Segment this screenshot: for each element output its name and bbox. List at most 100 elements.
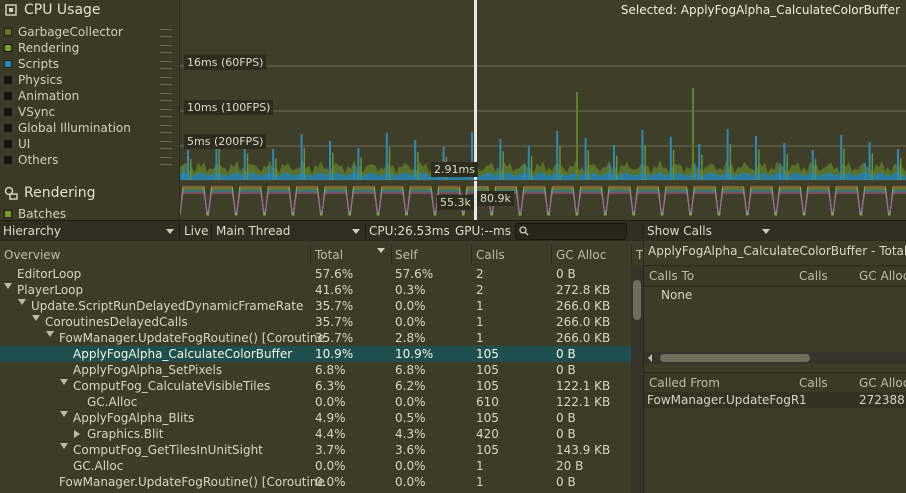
legend-swatch[interactable] [4,108,12,116]
list-item[interactable]: FowManager.UpdateFogR 1 272388 [644,392,906,408]
list-item[interactable]: None [644,287,906,303]
cell-gc: 122.1 KB [556,379,611,393]
drag-handle-icon[interactable] [160,77,172,85]
calls-to-column-name[interactable]: Calls To [649,269,694,283]
collapse-arrow-icon[interactable] [46,331,54,337]
called-from-column-name[interactable]: Called From [649,376,720,390]
scrollbar-thumb[interactable] [633,280,641,320]
spike [701,154,703,180]
cell-name: ComputFog_CalculateVisibleTiles [73,379,271,393]
legend-swatch[interactable] [4,92,12,100]
legend-label: UI [18,137,31,151]
column-time[interactable]: T [636,248,643,262]
rendering-series-line [179,192,906,213]
cell-total: 6.3% [315,379,346,393]
collapse-arrow-icon[interactable] [60,443,68,449]
cell-self: 0.0% [395,299,426,313]
table-row[interactable]: CoroutinesDelayedCalls 35.7% 0.0% 1 266.0 KB [0,314,631,330]
drag-handle-icon[interactable] [160,45,172,53]
table-row[interactable]: GC.Alloc 0.0% 0.0% 610 122.1 KB [0,394,631,410]
calls-to-column-calls[interactable]: Calls [799,269,828,283]
collapse-arrow-icon[interactable] [18,299,26,305]
spike [587,150,590,180]
details-dropdown[interactable]: Show Calls [647,221,772,241]
table-row[interactable]: PlayerLoop 41.6% 0.3% 2 272.8 KB [0,282,631,298]
table-row[interactable]: GC.Alloc 0.0% 0.0% 1 20 B [0,458,631,474]
legend-swatch[interactable] [4,124,12,132]
drag-handle-icon[interactable] [160,61,172,69]
rendering-module-header[interactable]: Rendering [4,185,96,201]
legend-swatch[interactable] [4,76,12,84]
table-row[interactable]: ComputFog_CalculateVisibleTiles 6.3% 6.2% 1… [0,378,631,394]
cpu-usage-graph [180,0,906,180]
collapse-arrow-icon[interactable] [32,315,40,321]
legend-swatch[interactable] [4,44,12,52]
legend-item-global-illumination[interactable]: Global Illumination [4,120,176,136]
called-from-column-gc[interactable]: GC Alloc [859,376,906,390]
legend-item-animation[interactable]: Animation [4,88,176,104]
collapse-arrow-icon[interactable] [60,411,68,417]
horizontal-scrollbar[interactable] [644,352,906,364]
drag-handle-icon[interactable] [160,141,172,149]
tree-vertical-scrollbar[interactable] [631,266,643,493]
cell-total: 4.4% [315,427,346,441]
column-gc-alloc[interactable]: GC Alloc [556,248,606,262]
drag-handle-icon[interactable] [160,29,172,37]
cell-gc: 0 B [556,475,576,489]
table-row[interactable]: ApplyFogAlpha_CalculateColorBuffer 10.9% 1… [0,346,631,362]
spike [729,144,732,180]
legend-swatch[interactable] [4,28,12,36]
legend-item-rendering[interactable]: Rendering [4,40,176,56]
cell-total: 35.7% [315,331,354,345]
divider [211,223,212,239]
table-row[interactable]: EditorLoop 57.6% 57.6% 2 0 B [0,266,631,282]
column-self[interactable]: Self [395,248,418,262]
legend-item-scripts[interactable]: Scripts [4,56,176,72]
table-row[interactable]: FowManager.UpdateFogRoutine() [Coroutine… [0,330,631,346]
called-from-column-calls[interactable]: Calls [799,376,828,390]
table-row[interactable]: ApplyFogAlpha_Blits 4.9% 0.5% 105 0 B [0,410,631,426]
drag-handle-icon[interactable] [160,125,172,133]
scroll-left-icon[interactable] [648,354,652,362]
rendering-chart[interactable]: 55.3k 80.9k [179,181,906,220]
live-toggle[interactable]: Live [184,221,209,241]
calls-to-name: None [661,288,693,302]
cpu-usage-chart[interactable]: Selected: ApplyFogAlpha_CalculateColorBu… [180,0,906,180]
cell-name: FowManager.UpdateFogRoutine() [Coroutine [59,331,325,345]
expand-arrow-icon[interactable] [74,430,80,438]
search-input[interactable] [515,223,627,240]
column-calls[interactable]: Calls [476,248,505,262]
legend-item-ui[interactable]: UI [4,136,176,152]
collapse-arrow-icon[interactable] [4,283,12,289]
legend-item-physics[interactable]: Physics [4,72,176,88]
table-row[interactable]: ComputFog_GetTilesInUnitSight 3.7% 3.6% 105… [0,442,631,458]
scrollbar-thumb[interactable] [660,354,810,362]
collapse-arrow-icon[interactable] [60,379,68,385]
drag-handle-icon[interactable] [160,109,172,117]
cell-name: FowManager.UpdateFogRoutine() [Coroutine [59,475,325,489]
legend-swatch[interactable] [4,60,12,68]
legend-item-garbagecollector[interactable]: GarbageCollector [4,24,176,40]
spike [499,139,502,180]
spike [755,136,757,180]
legend-item-others[interactable]: Others [4,152,176,168]
drag-handle-icon[interactable] [160,93,172,101]
view-dropdown[interactable]: Hierarchy [3,221,176,241]
profiler-toolbar: Hierarchy Live Main Thread CPU:26.53ms G… [0,220,906,242]
rendering-graph [179,181,906,220]
legend-swatch[interactable] [4,140,12,148]
cpu-usage-module-header[interactable]: CPU Usage [4,2,101,18]
legend-swatch[interactable] [4,210,12,218]
legend-item-vsync[interactable]: VSync [4,104,176,120]
thread-dropdown[interactable]: Main Thread [216,221,362,241]
table-row[interactable]: Graphics.Blit 4.4% 4.3% 420 0 B [0,426,631,442]
table-row[interactable]: Update.ScriptRunDelayedDynamicFrameRate 3… [0,298,631,314]
column-total[interactable]: Total [315,248,343,262]
table-row[interactable]: ApplyFogAlpha_SetPixels 6.8% 6.8% 105 0 B [0,362,631,378]
legend-swatch[interactable] [4,156,12,164]
table-row[interactable]: FowManager.UpdateFogRoutine() [Coroutine… [0,474,631,490]
drag-handle-icon[interactable] [160,157,172,165]
called-from-header: Called From Calls GC Alloc [644,372,906,394]
column-overview[interactable]: Overview [4,248,61,262]
calls-to-column-gc[interactable]: GC Alloc [859,269,906,283]
